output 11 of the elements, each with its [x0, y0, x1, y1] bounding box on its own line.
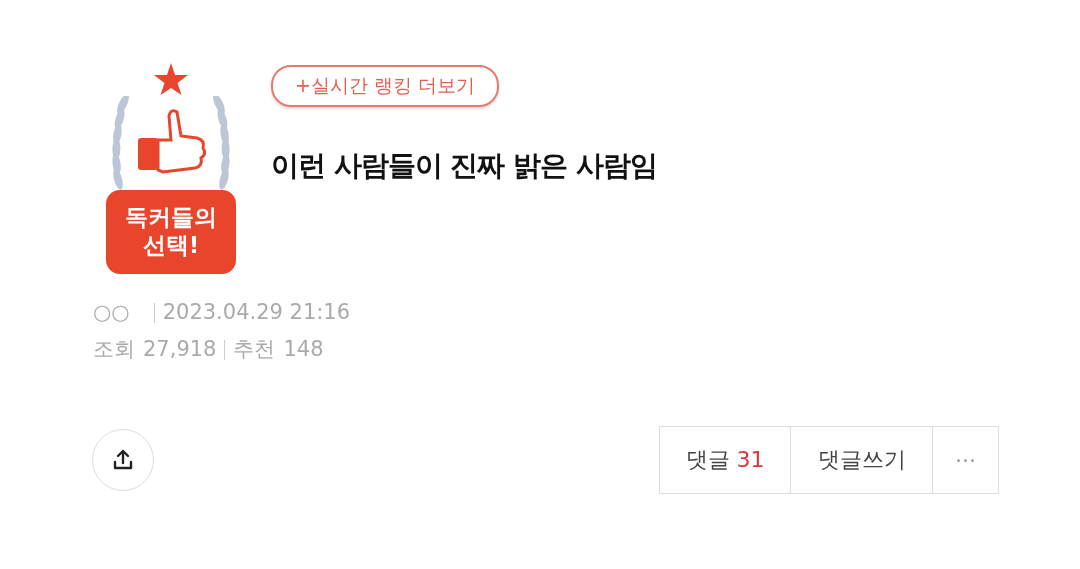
recommend-label: 추천 [233, 336, 276, 363]
views-label: 조회 [93, 336, 135, 363]
star-icon [153, 62, 189, 96]
ranking-link[interactable]: +실시간 랭킹 더보기 [271, 65, 499, 107]
badge-label: 독커들의 선택! [106, 190, 236, 274]
views-count: 27,918 [143, 336, 217, 363]
share-icon [111, 448, 135, 472]
post-date: 2023.04.29 21:16 [162, 299, 351, 326]
author-name: ○○ [93, 299, 130, 326]
post-title: 이런 사람들이 진짜 밝은 사람임 [271, 148, 657, 184]
recommend-count: 148 [283, 336, 324, 363]
